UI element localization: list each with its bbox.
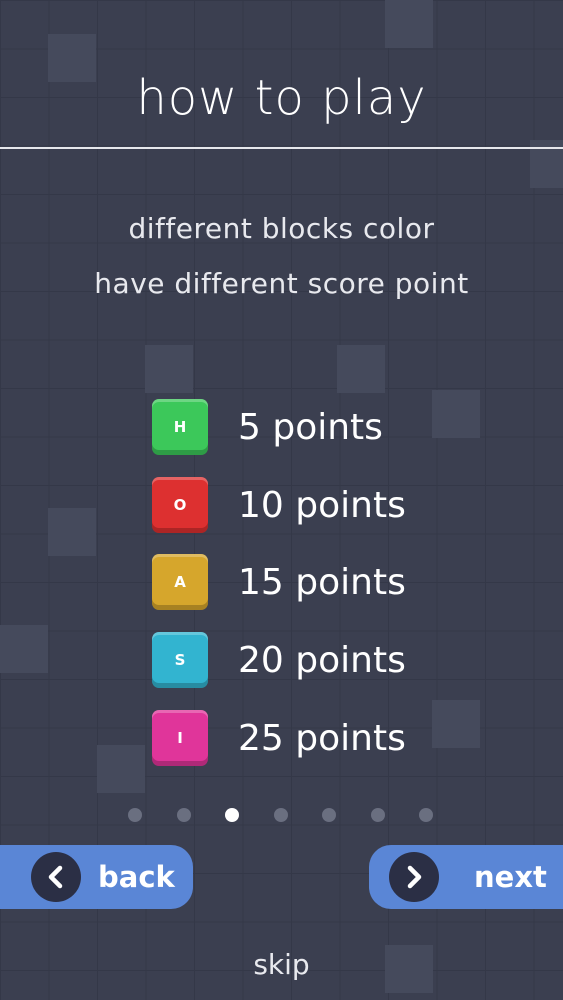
bg-tile [385, 0, 433, 48]
description-line-2: have different score point [94, 267, 469, 300]
page-dot[interactable] [322, 808, 336, 822]
score-row-yellow: A 15 points [152, 554, 406, 610]
chevron-right-icon [389, 852, 439, 902]
title-divider [0, 147, 563, 149]
chevron-left-icon [31, 852, 81, 902]
points-label: 10 points [238, 484, 406, 526]
score-row-red: O 10 points [152, 477, 406, 533]
points-label: 15 points [238, 561, 406, 603]
next-label: next [474, 860, 547, 894]
score-row-green: H 5 points [152, 399, 383, 455]
page-dot[interactable] [419, 808, 433, 822]
cyan-block: S [152, 632, 208, 688]
bg-tile [432, 700, 480, 748]
back-button[interactable]: back [0, 845, 193, 909]
score-row-cyan: S 20 points [152, 632, 406, 688]
bg-tile [48, 508, 96, 556]
page-dot[interactable] [370, 808, 385, 822]
page-title: how to play [136, 70, 427, 126]
page-dot[interactable] [176, 808, 191, 822]
description-line-1: different blocks color [128, 212, 435, 245]
bg-tile [97, 745, 145, 793]
points-label: 20 points [238, 639, 406, 681]
page-indicator [128, 808, 468, 822]
next-button[interactable]: next [369, 845, 563, 909]
bg-tile [145, 345, 193, 393]
bg-tile [432, 390, 480, 438]
pink-block: I [152, 710, 208, 766]
points-label: 25 points [238, 717, 406, 759]
score-row-pink: I 25 points [152, 710, 406, 766]
page-dot-active[interactable] [225, 808, 239, 822]
page-dot[interactable] [128, 808, 142, 822]
points-label: 5 points [238, 406, 383, 448]
bg-tile [0, 625, 48, 673]
yellow-block: A [152, 554, 208, 610]
back-label: back [98, 860, 175, 894]
green-block: H [152, 399, 208, 455]
bg-tile [337, 345, 385, 393]
page-dot[interactable] [273, 808, 288, 822]
skip-button[interactable]: skip [0, 948, 563, 981]
red-block: O [152, 477, 208, 533]
